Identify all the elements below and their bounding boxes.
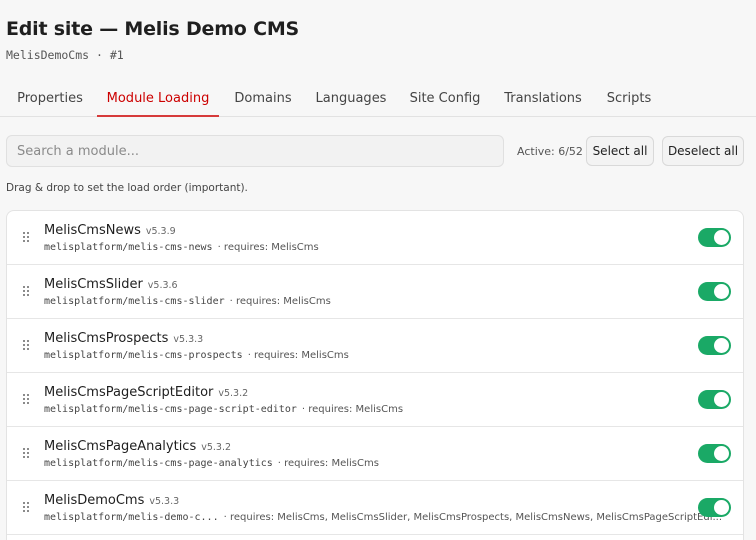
tab-properties[interactable]: Properties xyxy=(6,82,94,117)
drag-handle-icon[interactable] xyxy=(23,448,31,459)
module-name: MelisCmsPageScriptEditor xyxy=(44,385,214,400)
search-input[interactable] xyxy=(6,135,504,167)
module-name: MelisCmsPageAnalytics xyxy=(44,439,197,454)
module-version: v5.3.6 xyxy=(147,280,178,291)
page-subtitle: MelisDemoCms · #1 xyxy=(6,48,124,62)
module-row: MelisCmsPageScriptEditor v5.3.2 melisplat… xyxy=(7,373,743,427)
module-package: melisplatform/melis-cms-page-script-edit… xyxy=(44,404,297,415)
tab-languages[interactable]: Languages xyxy=(308,82,394,117)
module-row: MelisCmsPageAnalytics v5.3.2 melisplatfor… xyxy=(7,427,743,481)
module-requires: · requires: MelisCms xyxy=(217,242,319,253)
module-row: MelisCmsNews v5.3.9 melisplatform/melis-c… xyxy=(7,211,743,265)
drag-handle-icon[interactable] xyxy=(23,286,31,297)
module-name: MelisCmsProspects xyxy=(44,331,169,346)
module-toggle[interactable] xyxy=(698,336,731,355)
module-row: MelisDemoCms v5.3.3 melisplatform/melis-d… xyxy=(7,481,743,535)
module-row: MelisCmsSlider v5.3.6 melisplatform/melis… xyxy=(7,265,743,319)
module-requires: · requires: MelisCms xyxy=(247,350,349,361)
module-package: melisplatform/melis-cms-page-analytics xyxy=(44,458,273,469)
tab-site-config[interactable]: Site Config xyxy=(404,82,486,117)
module-package: melisplatform/melis-cms-news xyxy=(44,242,213,253)
module-name: MelisCmsNews xyxy=(44,223,141,238)
deselect-all-button[interactable]: Deselect all xyxy=(662,136,744,166)
module-toggle[interactable] xyxy=(698,444,731,463)
module-name: MelisDemoCms xyxy=(44,493,145,508)
active-count: Active: 6/52 xyxy=(517,145,583,158)
module-version: v5.3.2 xyxy=(201,442,232,453)
tab-module-loading[interactable]: Module Loading xyxy=(97,82,219,117)
module-package: melisplatform/melis-cms-slider xyxy=(44,296,225,307)
module-toggle[interactable] xyxy=(698,228,731,247)
tab-bar: Properties Module Loading Domains Langua… xyxy=(0,82,756,117)
module-package: melisplatform/melis-cms-prospects xyxy=(44,350,243,361)
module-name: MelisCmsSlider xyxy=(44,277,143,292)
drag-handle-icon[interactable] xyxy=(23,232,31,243)
module-version: v5.3.9 xyxy=(145,226,176,237)
drag-handle-icon[interactable] xyxy=(23,394,31,405)
module-version: v5.3.2 xyxy=(218,388,249,399)
module-version: v5.3.3 xyxy=(173,334,204,345)
module-toggle[interactable] xyxy=(698,282,731,301)
drag-handle-icon[interactable] xyxy=(23,502,31,513)
tab-domains[interactable]: Domains xyxy=(226,82,300,117)
drag-hint: Drag & drop to set the load order (impor… xyxy=(6,182,248,194)
drag-handle-icon[interactable] xyxy=(23,340,31,351)
module-toggle[interactable] xyxy=(698,498,731,517)
module-requires: · requires: MelisCms xyxy=(301,404,404,415)
module-requires: · requires: MelisCms xyxy=(277,458,379,469)
module-toggle[interactable] xyxy=(698,390,731,409)
module-version: v5.3.3 xyxy=(149,496,180,507)
module-row: MelisCmsProspects v5.3.3 melisplatform/me… xyxy=(7,319,743,373)
tab-translations[interactable]: Translations xyxy=(498,82,588,117)
module-list: MelisCmsNews v5.3.9 melisplatform/melis-c… xyxy=(6,210,744,540)
module-requires: · requires: MelisCms, MelisCmsSlider, Me… xyxy=(223,512,723,523)
select-all-button[interactable]: Select all xyxy=(586,136,654,166)
module-package: melisplatform/melis-demo-c... xyxy=(44,512,219,523)
page-title: Edit site — Melis Demo CMS xyxy=(6,18,300,40)
tab-scripts[interactable]: Scripts xyxy=(598,82,660,117)
module-requires: · requires: MelisCms xyxy=(229,296,331,307)
